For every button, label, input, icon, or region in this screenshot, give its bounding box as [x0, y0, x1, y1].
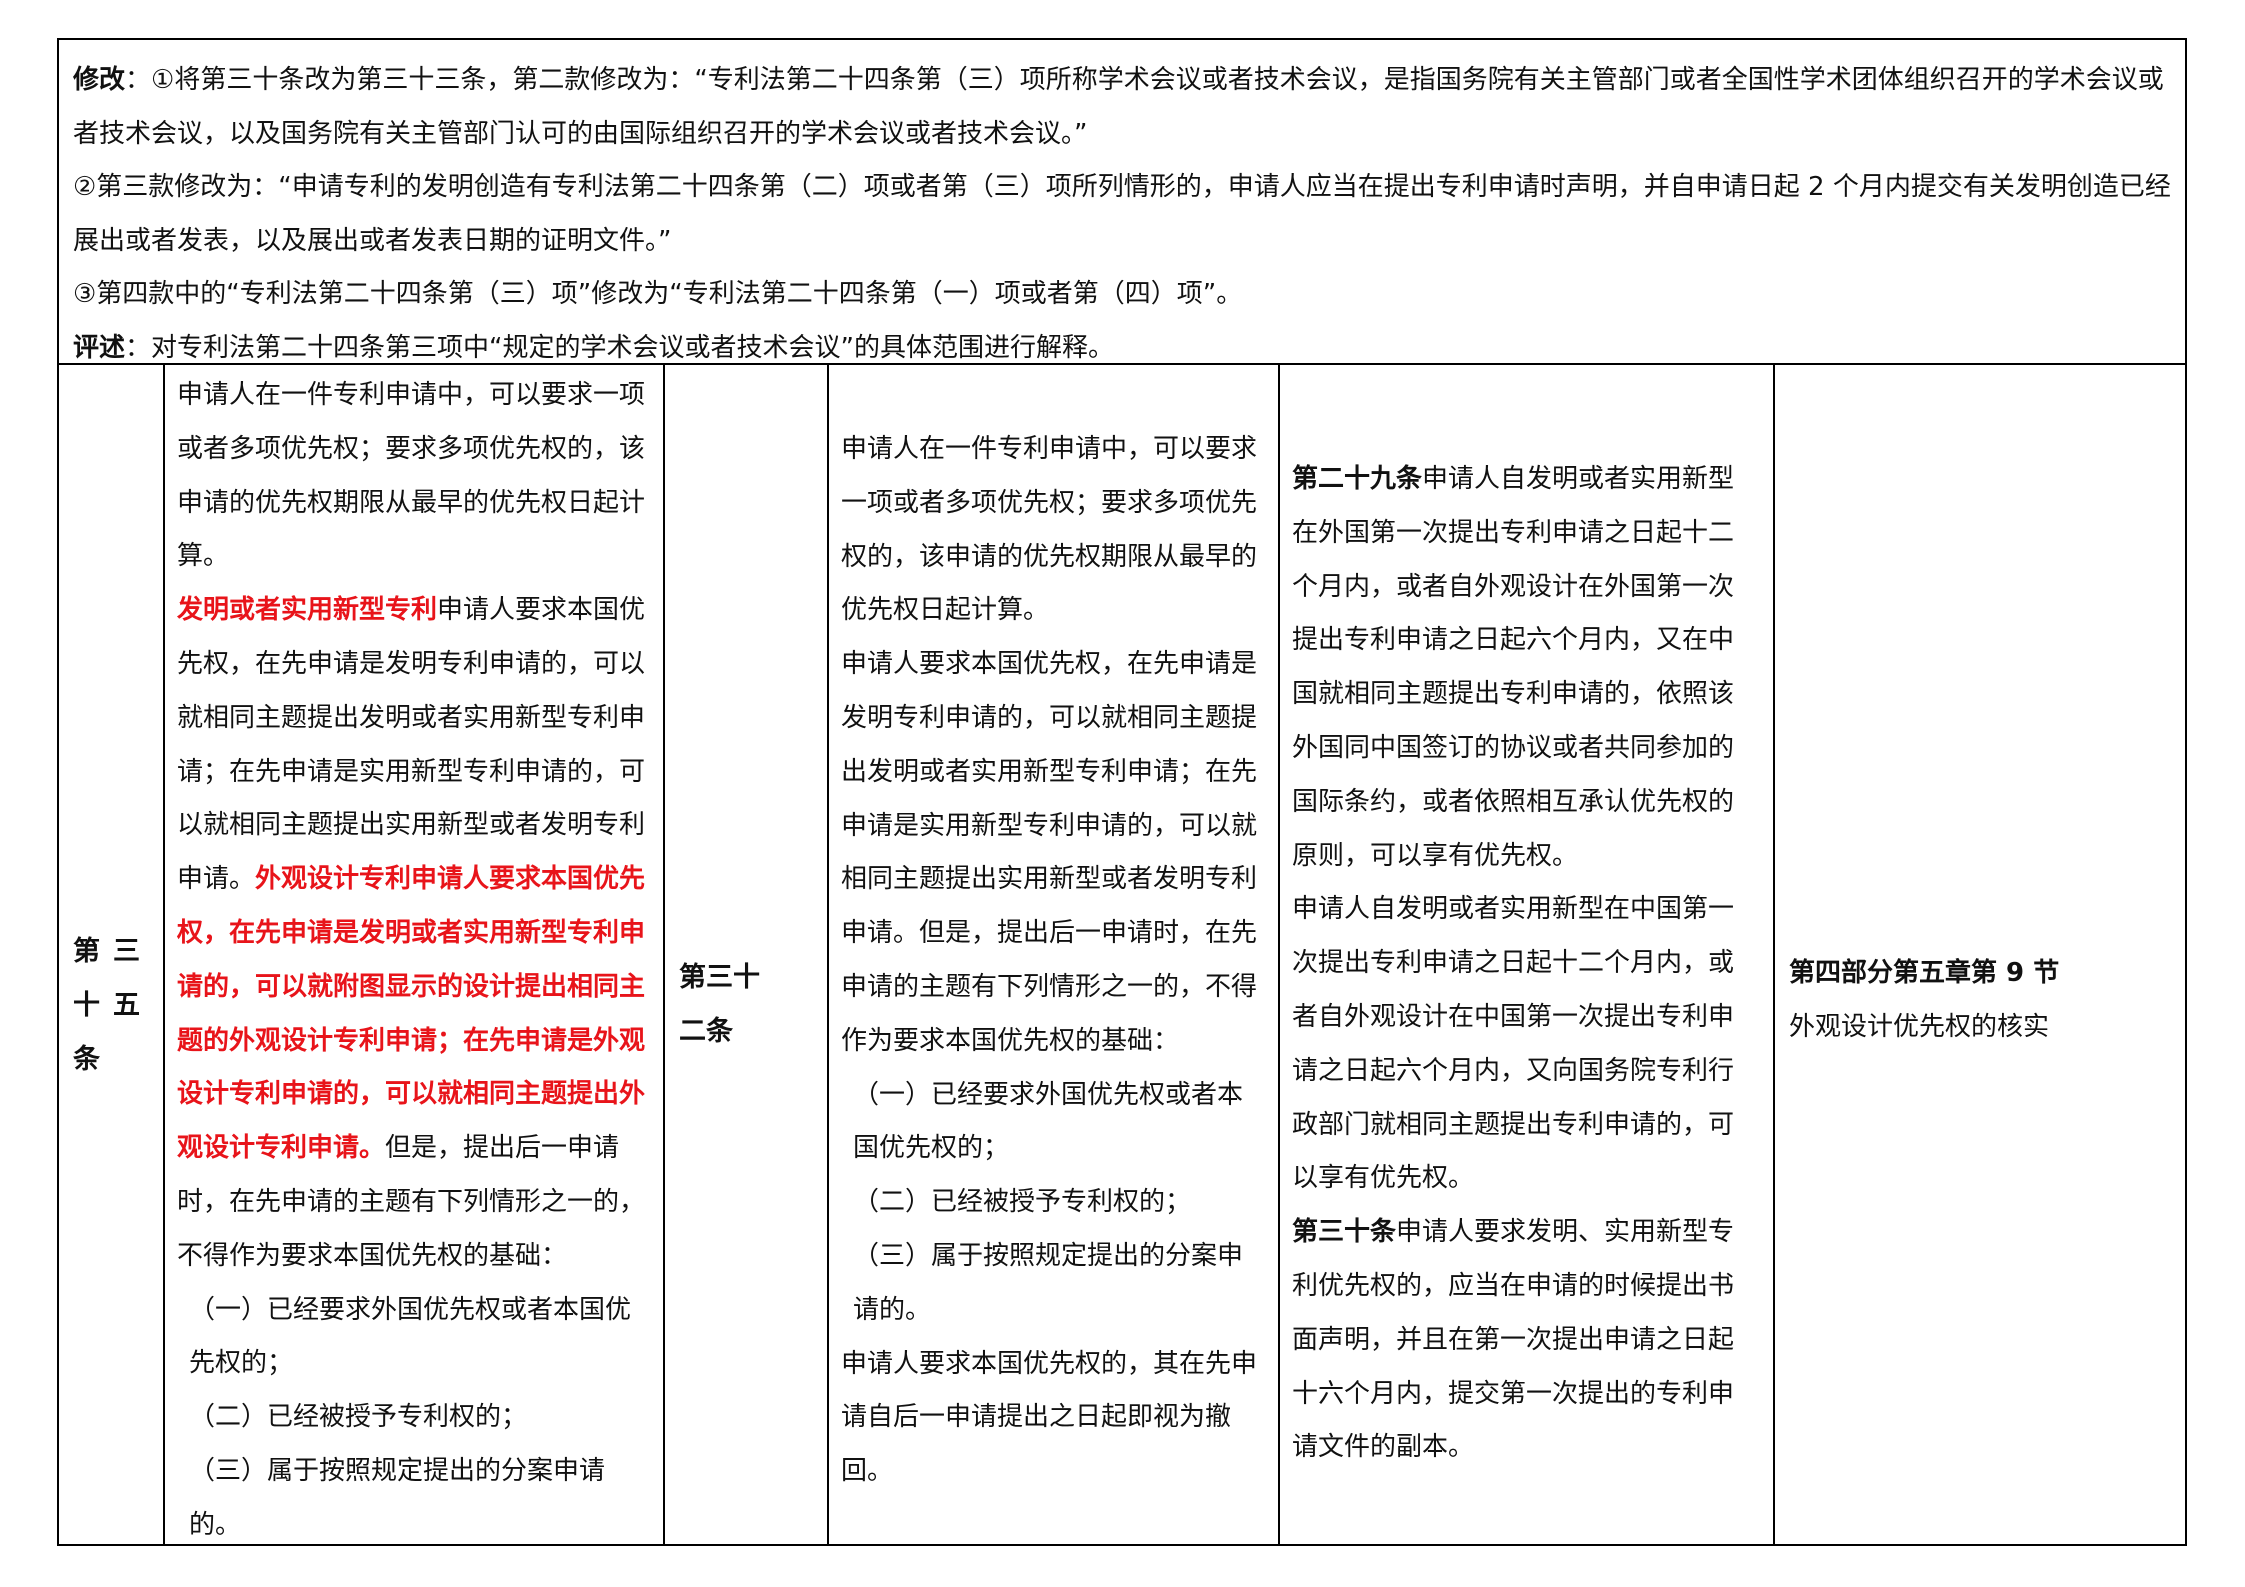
new-article-label: 第三 十五 条 [73, 925, 153, 1087]
new-article-para-2: 发明或者实用新型专利申请人要求本国优先权，在先申请是发明专利申请的，可以就相同主… [177, 584, 653, 1283]
modify-paragraph-3: ③第四款中的“专利法第二十四条第（三）项”修改为“专利法第二十四条第（一）项或者… [73, 279, 1243, 309]
label-char: 条 [73, 1044, 100, 1075]
old-article-para-1: 申请人在一件专利申请中，可以要求一项或者多项优先权；要求多项优先权的，该申请的优… [841, 434, 1258, 626]
law-article-29: 第二十九条申请人自发明或者实用新型在外国第一次提出专利申请之日起十二个月内，或者… [1292, 453, 1759, 883]
law-article-29-para-2: 申请人自发明或者实用新型在中国第一次提出专利申请之日起十二个月内，或者自外观设计… [1292, 894, 1735, 1194]
comment-text: ：对专利法第二十四条第三项中“规定的学术会议或者技术会议”的具体范围进行解释。 [125, 332, 1114, 363]
law-article-30: 第三十条申请人要求发明、实用新型专利优先权的，应当在申请的时候提出书面声明，并且… [1292, 1206, 1759, 1475]
old-article-text-cell: 申请人在一件专利申请中，可以要求一项或者多项优先权；要求多项优先权的，该申请的优… [827, 365, 1278, 1546]
old-article-para-2: 申请人要求本国优先权，在先申请是发明专利申请的，可以就相同主题提出发明或者实用新… [841, 649, 1258, 1056]
modify-paragraph-2: ②第三款修改为：“申请专利的发明创造有专利法第二十四条第（二）项或者第（三）项所… [73, 172, 2171, 256]
comment-label: 评述 [73, 332, 126, 363]
article-30-label: 第三十条 [1292, 1217, 1397, 1248]
list-item: （一）已经要求外国优先权或者本国优先权的； [853, 1079, 1244, 1164]
list-item: （二）已经被授予专利权的； [853, 1187, 1192, 1218]
article-29-label: 第二十九条 [1292, 464, 1423, 494]
label-line: 二条 [679, 1016, 733, 1047]
modification-note: 修改：①将第三十条改为第三十三条，第二款修改为：“专利法第二十四条第（三）项所称… [59, 40, 2185, 365]
label-line: 第三十 [679, 962, 760, 993]
body-text: 申请人自发明或者实用新型在外国第一次提出专利申请之日起十二个月内，或者自外观设计… [1292, 464, 1735, 871]
modify-paragraph-1: 修改：①将第三十条改为第三十三条，第二款修改为：“专利法第二十四条第（三）项所称… [73, 54, 2171, 161]
list-item: （三）属于按照规定提出的分案申请的。 [189, 1455, 606, 1540]
modify-text-1: ：①将第三十条改为第三十三条，第二款修改为：“专利法第二十四条第（三）项所称学术… [73, 65, 2164, 149]
label-char: 三 [113, 936, 140, 967]
guideline-section-subtitle: 外观设计优先权的核实 [1789, 1011, 2050, 1042]
new-article-para-1: 申请人在一件专利申请中，可以要求一项或者多项优先权；要求多项优先权的，该申请的优… [177, 380, 646, 572]
new-article-text-cell: 申请人在一件专利申请中，可以要求一项或者多项优先权；要求多项优先权的，该申请的优… [163, 365, 663, 1546]
list-item: （三）属于按照规定提出的分案申请的。 [853, 1240, 1244, 1325]
list-item: （一）已经要求外国优先权或者本国优先权的； [189, 1294, 632, 1379]
label-char: 五 [113, 990, 140, 1021]
guideline-reference-cell: 第四部分第五章第 9 节 外观设计优先权的核实 [1773, 365, 2185, 1546]
highlight-red: 发明或者实用新型专利 [177, 595, 438, 626]
comparison-table: 修改：①将第三十条改为第三十三条，第二款修改为：“专利法第二十四条第（三）项所称… [57, 38, 2187, 1546]
body-text: 申请人要求发明、实用新型专利优先权的，应当在申请的时候提出书面声明，并且在第一次… [1292, 1217, 1735, 1463]
guideline-section-title: 第四部分第五章第 9 节 [1789, 958, 2060, 988]
article-row: 第三 十五 条 申请人在一件专利申请中，可以要求一项或者多项优先权；要求多项优先… [59, 365, 2185, 1546]
highlight-bold-red: 外观设计专利申请人要求本国优先权，在先申请是发明或者实用新型专利申请的，可以就附… [177, 864, 646, 1164]
modify-label: 修改 [73, 65, 126, 95]
label-char: 十 [73, 990, 100, 1021]
patent-law-cell: 第二十九条申请人自发明或者实用新型在外国第一次提出专利申请之日起十二个月内，或者… [1278, 365, 1773, 1546]
label-char: 第 [73, 936, 100, 967]
old-article-label: 第三十 二条 [679, 951, 819, 1059]
body-text: 申请人要求本国优先权，在先申请是发明专利申请的，可以就相同主题提出发明或者实用新… [177, 595, 646, 895]
new-article-number-cell: 第三 十五 条 [59, 365, 163, 1546]
list-item: （二）已经被授予专利权的； [189, 1402, 528, 1433]
old-article-para-3: 申请人要求本国优先权的，其在先申请自后一申请提出之日起即视为撤回。 [841, 1348, 1258, 1487]
old-article-number-cell: 第三十 二条 [663, 365, 827, 1546]
